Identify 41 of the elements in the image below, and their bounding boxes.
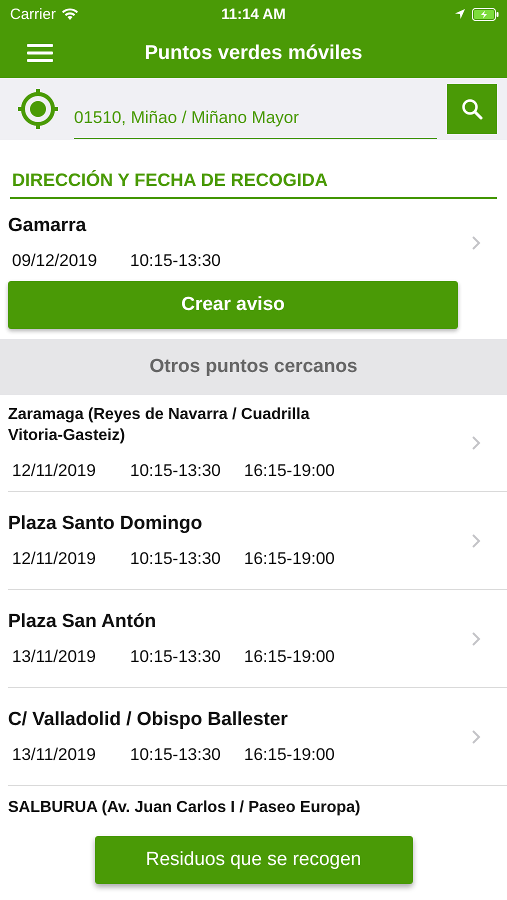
location-arrow-icon <box>454 8 466 20</box>
battery-icon <box>472 8 499 20</box>
collection-time: 16:15-19:00 <box>244 460 336 481</box>
chevron-icon[interactable] <box>471 235 481 251</box>
collection-time: 16:15-19:00 <box>244 744 336 764</box>
search-button[interactable] <box>447 84 497 134</box>
collection-date: 13/11/2019 <box>11 744 97 764</box>
point-name: SALBURUA (Av. Juan Carlos I / Paseo Europa) <box>8 798 362 818</box>
chevron-icon[interactable] <box>471 532 481 548</box>
point-name: Plaza Santo Domingo <box>8 512 204 534</box>
create-alert-button[interactable]: Crear aviso <box>8 281 458 329</box>
collection-date: 12/11/2019 <box>11 548 97 568</box>
collection-time: 16:15-19:00 <box>244 646 336 666</box>
collection-time: 10:15-13:30 <box>130 251 222 271</box>
point-name: Gamarra <box>8 215 88 237</box>
collection-time: 10:15-13:30 <box>130 460 222 481</box>
section-title: DIRECCIÓN Y FECHA DE RECOGIDA <box>10 170 497 199</box>
chevron-icon[interactable] <box>471 435 481 451</box>
clock-time: 11:14 AM <box>221 6 286 22</box>
chevron-icon[interactable] <box>471 728 481 744</box>
collection-time: 10:15-13:30 <box>130 744 222 764</box>
collection-date: 09/12/2019 <box>11 251 98 271</box>
nearby-heading: Otros puntos cercanos <box>150 356 358 378</box>
menu-icon[interactable] <box>27 44 53 62</box>
collection-time: 16:15-19:00 <box>244 548 336 568</box>
collection-date: 12/11/2019 <box>11 460 97 481</box>
search-icon <box>461 98 483 120</box>
collection-time: 10:15-13:30 <box>130 548 222 568</box>
point-name: C/ Valladolid / Obispo Ballester <box>8 708 289 730</box>
wifi-icon <box>60 8 79 20</box>
collection-date: 13/11/2019 <box>11 646 97 666</box>
locate-icon[interactable] <box>16 87 60 131</box>
chevron-icon[interactable] <box>471 630 481 646</box>
collection-time: 10:15-13:30 <box>130 646 222 666</box>
carrier-name: Carrier <box>10 6 56 22</box>
waste-types-button[interactable]: Residuos que se recogen <box>94 836 412 884</box>
screen-title: Puntos verdes móviles <box>144 42 362 64</box>
point-name: Plaza San Antón <box>8 610 158 632</box>
address-field[interactable]: 01510, Miñao / Miñano Mayor <box>74 98 437 138</box>
point-name: Zaramaga (Reyes de Navarra / Cuadrilla Vitoria-Gasteiz) <box>8 405 311 446</box>
search-bar[interactable]: 01510, Miñao / Miñano Mayor <box>0 78 507 140</box>
